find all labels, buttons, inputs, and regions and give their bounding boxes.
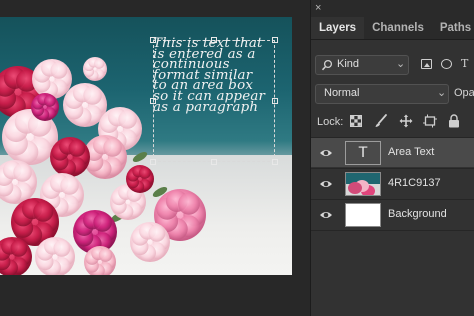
background-layer-thumbnail	[345, 203, 381, 227]
type-layer-thumbnail-icon: T	[345, 141, 381, 165]
type-filter-icon[interactable]: T	[461, 58, 472, 69]
chevron-down-icon: ⌄	[396, 58, 406, 70]
tab-layers[interactable]: Layers	[311, 17, 365, 39]
document-canvas[interactable]: This is text that is entered as a contin…	[0, 17, 292, 275]
layer-name[interactable]: Background	[388, 208, 447, 220]
lock-all-icon[interactable]	[448, 114, 460, 128]
chevron-down-icon: ⌄	[437, 87, 447, 99]
document-canvas-area: This is text that is entered as a contin…	[0, 0, 310, 316]
image-filter-icon[interactable]	[421, 59, 432, 69]
layers-list-bottom-divider	[311, 230, 474, 231]
transform-handle-bottom-left[interactable]	[150, 159, 156, 165]
blend-mode-dropdown[interactable]: Normal ⌄	[315, 84, 449, 104]
transform-handle-bottom-middle[interactable]	[211, 159, 217, 165]
area-text-paragraph[interactable]: This is text that is entered as a contin…	[153, 37, 277, 115]
lock-image-pixels-icon[interactable]	[374, 114, 388, 128]
transform-handle-bottom-right[interactable]	[272, 159, 278, 165]
blend-mode-value: Normal	[324, 87, 360, 99]
photo-layer-thumbnail	[345, 172, 381, 196]
tab-channels[interactable]: Channels	[364, 17, 432, 39]
layer-row-area-text[interactable]: T Area Text	[311, 137, 474, 167]
visibility-eye-icon[interactable]	[319, 146, 333, 160]
tab-paths[interactable]: Paths	[432, 17, 474, 39]
search-icon	[321, 59, 333, 71]
visibility-eye-icon[interactable]	[319, 208, 333, 222]
visibility-eye-icon[interactable]	[319, 177, 333, 191]
close-panel-icon[interactable]: ×	[315, 2, 321, 15]
panel-tabs: Layers Channels Paths	[311, 17, 474, 40]
panel-title-bar: ×	[311, 0, 474, 17]
layer-row-background[interactable]: Background	[311, 199, 474, 229]
layer-filter-dropdown[interactable]: Kind ⌄	[315, 55, 409, 75]
layer-name[interactable]: 4R1C9137	[388, 177, 441, 189]
opacity-label: Opa	[454, 87, 474, 99]
adjustment-filter-icon[interactable]	[441, 59, 452, 69]
layer-name[interactable]: Area Text	[388, 146, 434, 158]
lock-artboard-icon[interactable]	[423, 114, 437, 128]
layers-panel: × Layers Channels Paths Kind ⌄ T Normal …	[310, 0, 474, 316]
lock-transparent-pixels-icon[interactable]	[350, 115, 362, 127]
layer-row-photo[interactable]: 4R1C9137	[311, 168, 474, 198]
area-text-line: as a paragraph	[153, 99, 259, 115]
filter-kind-label: Kind	[337, 58, 360, 70]
lock-position-icon[interactable]	[399, 114, 413, 128]
lock-label: Lock:	[317, 116, 344, 128]
